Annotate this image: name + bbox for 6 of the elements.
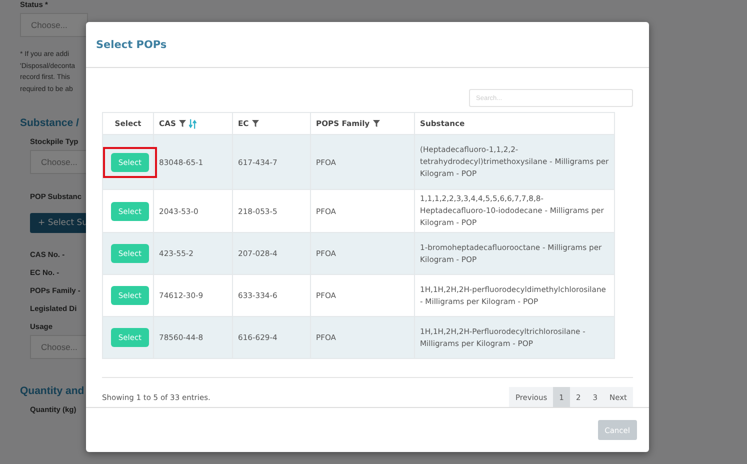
section-title: Substance /	[20, 117, 79, 129]
section-title: Quantity and	[20, 385, 84, 397]
filter-icon[interactable]	[252, 120, 259, 128]
filter-icon[interactable]	[372, 120, 380, 128]
modal-title: Select POPs	[96, 38, 167, 51]
filter-icon[interactable]	[178, 120, 186, 128]
